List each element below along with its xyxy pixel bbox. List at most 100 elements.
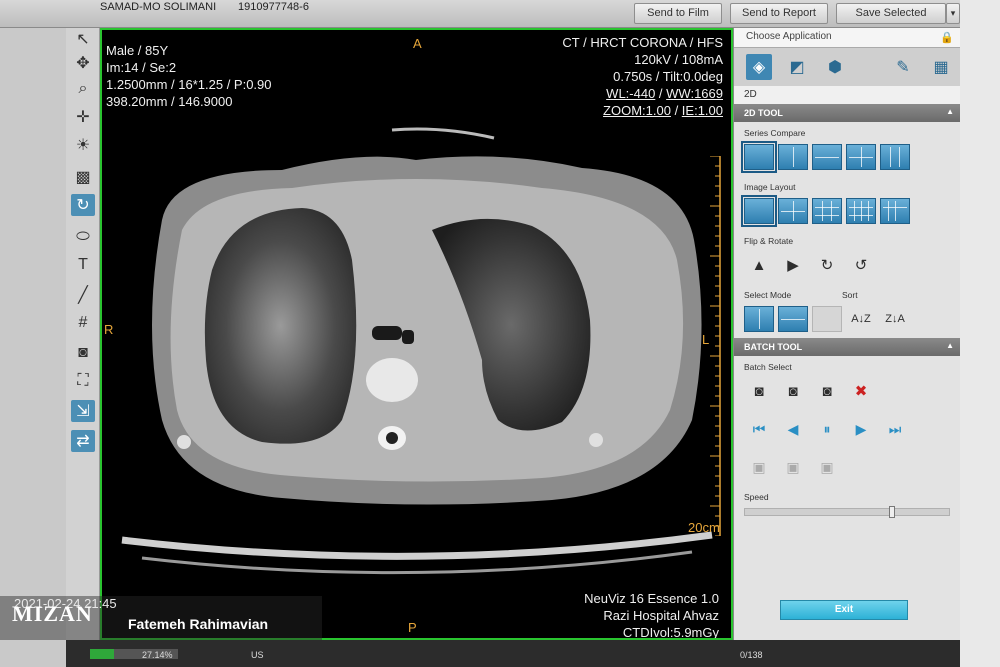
select-row-button[interactable]: [778, 306, 808, 332]
line-measure-icon[interactable]: ╱: [71, 284, 95, 306]
move-icon[interactable]: ✛: [71, 106, 95, 128]
batch-select-range-icon[interactable]: ◙: [778, 378, 808, 404]
window-level-value[interactable]: WL:-440: [606, 86, 655, 101]
export-icon[interactable]: ⇲: [71, 400, 95, 422]
overlay-patient-sex-age: Male / 85Y: [106, 43, 169, 58]
layout-2x2-button[interactable]: [778, 198, 808, 224]
image-layout-row: [734, 192, 960, 230]
section-batch-tool[interactable]: BATCH TOOL ▲: [734, 338, 960, 356]
rotate-counterclockwise-icon[interactable]: ↺: [846, 252, 876, 278]
batch-select-all-icon[interactable]: ◙: [812, 378, 842, 404]
send-to-report-button[interactable]: Send to Report: [730, 3, 828, 24]
save-selected-button[interactable]: Save Selected: [836, 3, 946, 24]
batch-select-one-icon[interactable]: ◙: [744, 378, 774, 404]
layout-custom-button[interactable]: [880, 198, 910, 224]
keyboard-language[interactable]: US: [251, 650, 264, 660]
zoom-value[interactable]: ZOOM:1.00: [603, 103, 671, 118]
window-width-value[interactable]: WW:1669: [666, 86, 723, 101]
speed-slider-handle[interactable]: [888, 506, 895, 518]
mpr-icon[interactable]: ◩: [784, 54, 810, 80]
compare-1x3-button[interactable]: [880, 144, 910, 170]
text-annotation-icon[interactable]: T: [71, 254, 95, 276]
top-bar: SAMAD-MO SOLIMANI 1910977748-6 Send to F…: [0, 0, 1000, 28]
series-compare-row: [734, 138, 960, 176]
section-2d-tool[interactable]: 2D TOOL ▲: [734, 104, 960, 122]
progress-fill: [90, 649, 114, 659]
exit-button[interactable]: Exit: [780, 600, 908, 620]
sort-ascending-icon[interactable]: A↓Z: [846, 306, 876, 332]
mode-label: 2D: [734, 86, 960, 104]
playback-row: ⏮ ◀ ⏸ ▶ ⏭: [734, 410, 960, 448]
overlay-image-series: Im:14 / Se:2: [106, 60, 177, 75]
last-frame-icon[interactable]: ⏭: [880, 416, 910, 442]
window-level-icon[interactable]: ☀: [71, 134, 95, 156]
batch-clear-icon[interactable]: ✖: [846, 378, 876, 404]
lock-icon[interactable]: 🔒: [940, 31, 954, 44]
ellipse-roi-icon[interactable]: ⬭: [71, 226, 95, 248]
layers-2d-icon[interactable]: ◈: [746, 54, 772, 80]
batch-export-icon: ▣: [752, 458, 766, 475]
ie-value[interactable]: IE:1.00: [682, 103, 723, 118]
section-batch-tool-label: BATCH TOOL: [744, 342, 803, 352]
orientation-left: R: [104, 322, 114, 337]
compare-1x1-button[interactable]: [741, 141, 777, 173]
select-single-button[interactable]: [744, 306, 774, 332]
invert-icon[interactable]: ▩: [71, 166, 95, 188]
rotate-clockwise-icon[interactable]: ↻: [812, 252, 842, 278]
flip-rotate-row: ▲ ▶ ↻ ↺: [734, 246, 960, 284]
collapse-icon[interactable]: ▲: [946, 107, 954, 116]
zoom-percent: 27.14%: [142, 650, 173, 660]
batch-save-icon: ▣: [820, 458, 834, 475]
grid-icon[interactable]: #: [71, 312, 95, 334]
compare-1x2-button[interactable]: [778, 144, 808, 170]
flip-rotate-label: Flip & Rotate: [744, 236, 794, 246]
overlay-dose: CTDIvol:5.9mGy: [622, 625, 719, 640]
compare-2x2-button[interactable]: [846, 144, 876, 170]
sort-descending-icon[interactable]: Z↓A: [880, 306, 910, 332]
send-to-film-button[interactable]: Send to Film: [634, 3, 722, 24]
report-tool-icon[interactable]: ✎: [890, 54, 916, 80]
section-2d-tool-label: 2D TOOL: [744, 108, 783, 118]
flip-horizontal-icon[interactable]: ▲: [744, 252, 774, 278]
overlay-hospital: Razi Hospital Ahvaz: [603, 608, 719, 623]
volume-3d-icon[interactable]: ⬢: [822, 54, 848, 80]
speed-label: Speed: [744, 492, 769, 502]
sync-icon[interactable]: ⇄: [71, 430, 95, 452]
ct-image-viewport[interactable]: Male / 85Y Im:14 / Se:2 1.2500mm / 16*1.…: [100, 28, 733, 640]
zoom-icon[interactable]: ⌕: [71, 78, 95, 100]
left-toolbar: ↖ ✥ ⌕ ✛ ☀ ▩ ↻ ⬭ T ╱ # ◙ ⛶ ⇲ ⇄: [66, 28, 100, 640]
next-frame-icon[interactable]: ▶: [846, 416, 876, 442]
save-dropdown-button[interactable]: ▾: [946, 3, 960, 24]
pause-icon[interactable]: ⏸: [812, 416, 842, 442]
layout-4x4-button[interactable]: [846, 198, 876, 224]
batch-select-label: Batch Select: [744, 362, 792, 372]
photographer-credit: Fatemeh Rahimavian: [128, 616, 269, 632]
crop-icon[interactable]: ⛶: [71, 370, 95, 392]
flip-vertical-icon[interactable]: ▶: [778, 252, 808, 278]
overlay-slice-info: 1.2500mm / 16*1.25 / P:0.90: [106, 77, 272, 92]
overlay-time-tilt: 0.750s / Tilt:0.0deg: [613, 69, 723, 84]
sort-label: Sort: [842, 290, 858, 300]
rotate-tool-icon[interactable]: ↻: [71, 194, 95, 216]
first-frame-icon[interactable]: ⏮: [744, 416, 774, 442]
screen-bezel: [960, 0, 1000, 667]
overlay-bottom-right: NeuViz 16 Essence 1.0 Razi Hospital Ahva…: [584, 590, 719, 640]
pan-icon[interactable]: ✥: [71, 52, 95, 74]
pointer-icon[interactable]: ↖: [71, 28, 95, 50]
mizan-logo: MIZAN: [12, 601, 93, 626]
camera-icon[interactable]: ◙: [71, 342, 95, 364]
select-sort-labels: Select Mode Sort: [734, 284, 960, 300]
scale-label: 20cm: [688, 520, 720, 535]
previous-frame-icon[interactable]: ◀: [778, 416, 808, 442]
speed-slider[interactable]: [744, 506, 950, 518]
batch-export-row: ▣ ▣ ▣: [734, 448, 960, 486]
right-tool-panel: Choose Application 🔒 ◈ ◩ ⬢ ✎ ▦ 2D 2D TOO…: [733, 28, 960, 640]
more-apps-icon[interactable]: ▦: [928, 54, 954, 80]
layout-3x3-button[interactable]: [812, 198, 842, 224]
overlay-study-desc: CT / HRCT CORONA / HFS: [562, 35, 723, 50]
select-multi-button[interactable]: [812, 306, 842, 332]
compare-2x1-button[interactable]: [812, 144, 842, 170]
select-mode-row: A↓Z Z↓A: [734, 300, 960, 338]
collapse-icon[interactable]: ▲: [946, 341, 954, 350]
layout-1x1-button[interactable]: [741, 195, 777, 227]
